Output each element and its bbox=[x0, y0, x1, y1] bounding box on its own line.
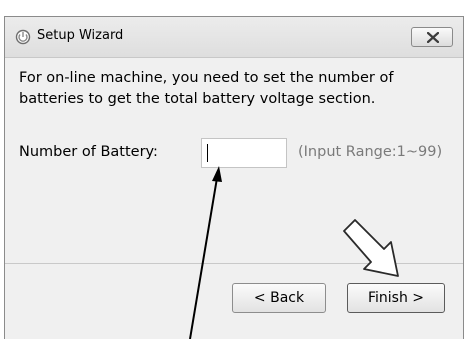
wizard-content: For on-line machine, you need to set the… bbox=[5, 58, 463, 268]
text-caret bbox=[207, 144, 208, 162]
finish-button[interactable]: Finish > bbox=[347, 283, 445, 313]
footer-separator bbox=[5, 263, 463, 264]
input-range-hint: (Input Range:1~99) bbox=[298, 144, 443, 160]
battery-count-input[interactable] bbox=[201, 138, 287, 168]
close-icon bbox=[427, 32, 439, 43]
close-button[interactable] bbox=[411, 27, 453, 47]
stage: Setup Wizard For on-line machine, you ne… bbox=[0, 0, 474, 339]
title-bar[interactable]: Setup Wizard bbox=[5, 17, 463, 58]
back-button[interactable]: < Back bbox=[232, 283, 326, 313]
instruction-text: For on-line machine, you need to set the… bbox=[19, 70, 394, 107]
window-title: Setup Wizard bbox=[37, 28, 124, 43]
battery-count-label: Number of Battery: bbox=[19, 144, 158, 160]
setup-wizard-window: Setup Wizard For on-line machine, you ne… bbox=[4, 16, 464, 339]
power-icon bbox=[15, 29, 31, 45]
